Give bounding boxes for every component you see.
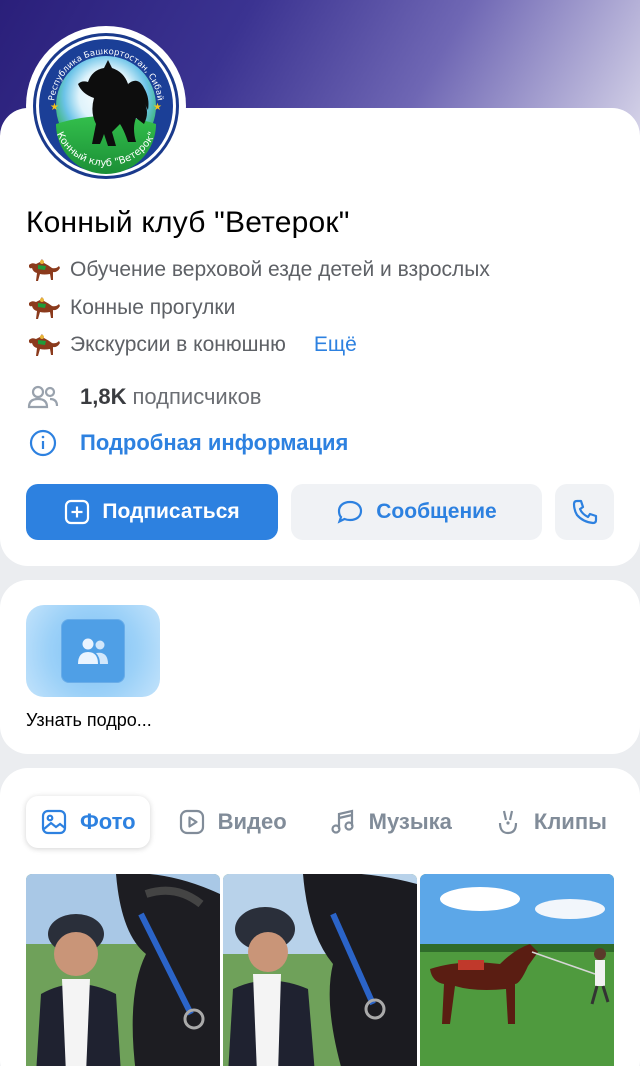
horse-emoji-icon: [26, 256, 64, 284]
phone-icon: [571, 498, 599, 526]
subscribers-count: 1,8K: [80, 384, 127, 409]
photo-rider-with-horse-2: [223, 874, 417, 1066]
tab-clips[interactable]: Клипы: [480, 796, 621, 848]
tab-music[interactable]: Музыка: [315, 796, 466, 848]
widget-label: Узнать подро...: [26, 710, 152, 730]
users-icon: [26, 382, 60, 412]
music-note-icon: [329, 808, 357, 836]
photo-horse-in-field: [420, 874, 614, 1066]
widget-tile[interactable]: [26, 605, 160, 697]
community-header: Республика Башкортостан, Сибай Конный кл…: [0, 26, 640, 566]
details-row[interactable]: Подробная информация: [26, 428, 348, 458]
svg-text:★: ★: [153, 102, 162, 113]
subscribe-button[interactable]: Подписаться: [26, 484, 278, 540]
photo-thumbnail[interactable]: [26, 874, 220, 1066]
club-logo: Республика Башкортостан, Сибай Конный кл…: [33, 33, 179, 179]
message-button[interactable]: Сообщение: [291, 484, 542, 540]
horse-emoji-icon: [26, 331, 64, 359]
description-line-2: Конные прогулки: [26, 293, 235, 323]
community-title: Конный клуб "Ветерок": [26, 206, 350, 239]
svg-text:★: ★: [50, 102, 59, 113]
photo-grid: [26, 874, 614, 1066]
photo-rider-with-horse: [26, 874, 220, 1066]
media-section: Фото Видео Музыка Клипы: [0, 768, 640, 1066]
description-more-link[interactable]: Ещё: [314, 333, 357, 357]
details-link[interactable]: Подробная информация: [80, 430, 348, 456]
widgets-section: Узнать подро...: [0, 580, 640, 754]
info-icon: [26, 428, 60, 458]
tab-photo[interactable]: Фото: [26, 796, 150, 848]
description-line-1: Обучение верховой езде детей и взрослых: [26, 255, 490, 285]
image-icon: [40, 808, 68, 836]
video-icon: [178, 808, 206, 836]
community-avatar[interactable]: Республика Башкортостан, Сибай Конный кл…: [26, 26, 186, 186]
horse-emoji-icon: [26, 294, 64, 322]
description-line-3: Экскурсии в конюшню Ещё: [26, 330, 357, 360]
media-tabs: Фото Видео Музыка Клипы: [26, 796, 635, 848]
message-bubble-icon: [336, 499, 364, 525]
subscribers-row[interactable]: 1,8K подписчиков: [26, 382, 262, 412]
photo-thumbnail[interactable]: [420, 874, 614, 1066]
subscribers-label: подписчиков: [132, 384, 262, 409]
plus-square-icon: [64, 499, 90, 525]
clips-icon: [494, 808, 522, 836]
tab-video[interactable]: Видео: [164, 796, 301, 848]
community-widget-icon: [61, 619, 125, 683]
call-button[interactable]: [555, 484, 614, 540]
photo-thumbnail[interactable]: [223, 874, 417, 1066]
